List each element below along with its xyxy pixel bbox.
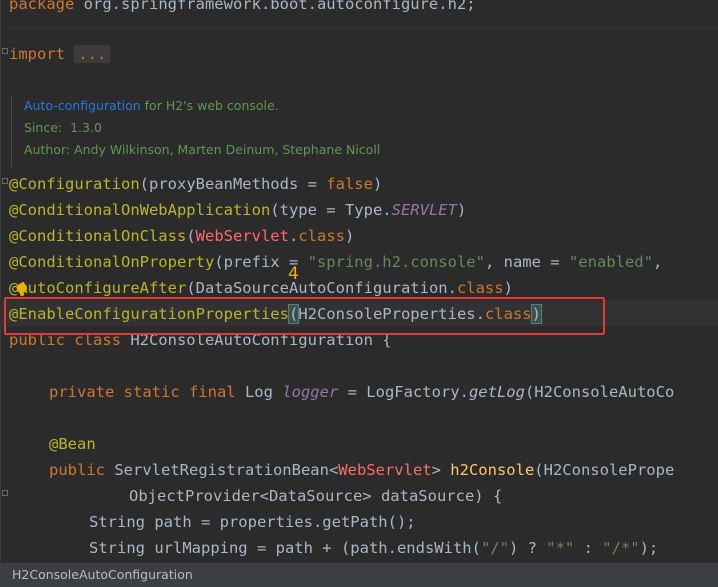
separator	[0, 27, 718, 28]
code-line: @Configuration(proxyBeanMethods = false)	[9, 175, 383, 193]
annotation-number: 4	[288, 264, 299, 284]
code-line: @ConditionalOnProperty(prefix = "spring.…	[9, 253, 663, 271]
code-line: private static final Log logger = LogFac…	[49, 383, 675, 401]
fold-marker-icon[interactable]	[2, 178, 8, 184]
lightbulb-icon[interactable]	[17, 283, 27, 293]
fold-marker-icon[interactable]	[2, 48, 8, 54]
code-line: String path = properties.getPath();	[89, 513, 416, 531]
code-editor[interactable]: package org.springframework.boot.autocon…	[0, 0, 718, 562]
code-line: String urlMapping = path + (path.endsWit…	[89, 539, 659, 557]
package-line: package org.springframework.boot.autocon…	[9, 0, 476, 13]
doc-link[interactable]: Auto-configuration	[24, 98, 141, 113]
gutter	[0, 0, 1, 562]
code-line: @Bean	[49, 435, 96, 453]
rendered-javadoc: Auto-configuration for H2's web console.…	[11, 95, 424, 167]
fold-marker-icon[interactable]	[2, 490, 8, 496]
code-line: public ServletRegistrationBean<WebServle…	[49, 461, 675, 479]
code-line: ObjectProvider<DataSource> dataSource) {	[129, 487, 503, 505]
import-line[interactable]: import ...	[9, 41, 111, 67]
code-line: @ConditionalOnClass(WebServlet.class)	[9, 227, 355, 245]
breadcrumb-bar[interactable]: H2ConsoleAutoConfiguration	[0, 562, 718, 587]
collapsed-imports[interactable]: ...	[74, 45, 111, 63]
breadcrumb-class[interactable]: H2ConsoleAutoConfiguration	[12, 567, 193, 582]
code-line: @ConditionalOnWebApplication(type = Type…	[9, 201, 467, 219]
highlight-box	[4, 297, 605, 335]
